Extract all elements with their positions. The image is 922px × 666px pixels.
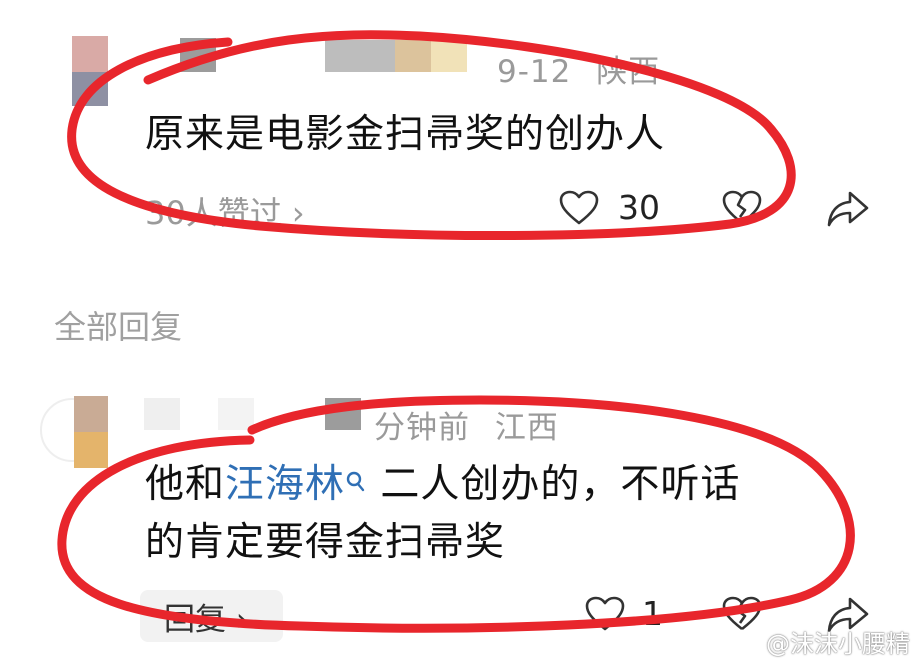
comment-location: 陕西 [596, 54, 661, 90]
share-icon[interactable] [826, 190, 870, 232]
comment-meta: 9-12 陕西 [497, 46, 660, 91]
reply-text-prefix: 他和 [145, 462, 226, 507]
comment-like-count: 30 [618, 188, 660, 227]
reply-button[interactable]: 回复 › [140, 590, 283, 642]
reply-text: 他和汪海林 二人创办的，不听话 的肯定要得金扫帚奖 [145, 456, 865, 572]
reply-location: 江西 [494, 410, 559, 446]
mention-link[interactable]: 汪海林 [225, 462, 345, 507]
reply-text-suffix: 二人创办的，不听话 [367, 462, 741, 507]
heart-icon[interactable] [585, 596, 625, 636]
reply-like-count: 1 [642, 594, 663, 633]
reply-time: 分钟前 [374, 410, 470, 446]
comment-username-blur [395, 40, 431, 72]
reply-meta: 分钟前 江西 [374, 402, 559, 447]
comment-likers-link[interactable]: 30人赞过 › [145, 188, 305, 234]
reply-text-line1: 他和汪海林 二人创办的，不听话 [145, 456, 865, 514]
comment-avatar-part [72, 72, 108, 106]
comment-username-blur [431, 40, 467, 72]
section-header-all-replies: 全部回复 [54, 308, 183, 346]
comment-username-blur[interactable] [180, 38, 216, 72]
reply-username-blur [218, 398, 254, 430]
comment-username-blur [325, 40, 395, 72]
comment-avatar[interactable] [72, 36, 108, 72]
reply-text-line2: 的肯定要得金扫帚奖 [145, 520, 506, 565]
reply-avatar[interactable] [74, 396, 108, 432]
reply-username-blur[interactable] [144, 398, 180, 430]
comment-date: 9-12 [497, 54, 572, 90]
reply-avatar-part [74, 432, 108, 468]
broken-heart-icon[interactable] [722, 190, 762, 230]
comment-text: 原来是电影金扫帚奖的创办人 [145, 112, 666, 157]
heart-icon[interactable] [559, 190, 599, 230]
reply-button-label: 回复 › [164, 602, 249, 638]
search-icon[interactable] [345, 456, 367, 514]
watermark: @沫沫小腰精 [766, 630, 910, 658]
reply-username-blur [325, 398, 361, 430]
broken-heart-icon[interactable] [722, 596, 762, 636]
